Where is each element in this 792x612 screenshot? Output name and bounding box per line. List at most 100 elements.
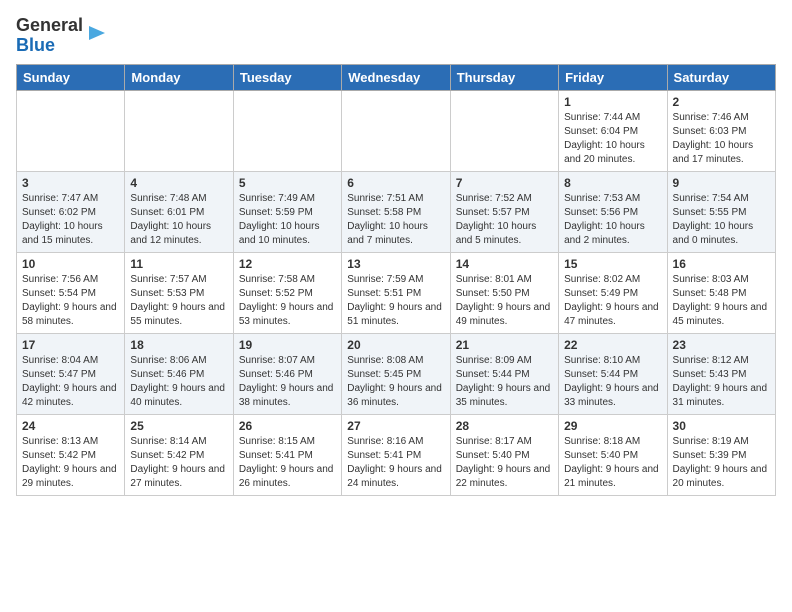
cell-info: Sunrise: 8:03 AMSunset: 5:48 PMDaylight:… <box>673 273 770 329</box>
weekday-header-friday: Friday <box>559 64 667 90</box>
day-number: 12 <box>239 257 336 271</box>
calendar-cell: 19 Sunrise: 8:07 AMSunset: 5:46 PMDayligh… <box>233 333 341 414</box>
cell-info: Sunrise: 8:19 AMSunset: 5:39 PMDaylight:… <box>673 435 770 491</box>
calendar-cell <box>342 90 450 171</box>
day-number: 25 <box>130 419 227 433</box>
day-number: 21 <box>456 338 553 352</box>
calendar-cell: 24 Sunrise: 8:13 AMSunset: 5:42 PMDayligh… <box>17 414 125 495</box>
calendar-cell: 1 Sunrise: 7:44 AMSunset: 6:04 PMDaylight… <box>559 90 667 171</box>
calendar-cell: 4Sunrise: 7:48 AMSunset: 6:01 PMDaylight… <box>125 171 233 252</box>
weekday-header-thursday: Thursday <box>450 64 558 90</box>
logo-blue: Blue <box>16 35 55 55</box>
day-number: 11 <box>130 257 227 271</box>
calendar-cell: 9Sunrise: 7:54 AMSunset: 5:55 PMDaylight… <box>667 171 775 252</box>
calendar-cell: 27 Sunrise: 8:16 AMSunset: 5:41 PMDayligh… <box>342 414 450 495</box>
calendar-cell <box>17 90 125 171</box>
calendar-cell <box>450 90 558 171</box>
calendar-cell: 20 Sunrise: 8:08 AMSunset: 5:45 PMDayligh… <box>342 333 450 414</box>
cell-info: Sunrise: 8:07 AMSunset: 5:46 PMDaylight:… <box>239 354 336 410</box>
day-number: 20 <box>347 338 444 352</box>
calendar-cell: 17 Sunrise: 8:04 AMSunset: 5:47 PMDayligh… <box>17 333 125 414</box>
calendar-cell: 18 Sunrise: 8:06 AMSunset: 5:46 PMDayligh… <box>125 333 233 414</box>
calendar-week-row-1: 1 Sunrise: 7:44 AMSunset: 6:04 PMDaylight… <box>17 90 776 171</box>
day-number: 30 <box>673 419 770 433</box>
calendar-cell <box>233 90 341 171</box>
cell-info: Sunrise: 8:08 AMSunset: 5:45 PMDaylight:… <box>347 354 444 410</box>
calendar-cell: 2 Sunrise: 7:46 AMSunset: 6:03 PMDaylight… <box>667 90 775 171</box>
cell-info: Sunrise: 8:15 AMSunset: 5:41 PMDaylight:… <box>239 435 336 491</box>
day-number: 17 <box>22 338 119 352</box>
cell-info: Sunrise: 7:54 AMSunset: 5:55 PMDaylight:… <box>673 192 770 248</box>
logo-general: General <box>16 15 83 35</box>
calendar-cell: 29Sunrise: 8:18 AMSunset: 5:40 PMDayligh… <box>559 414 667 495</box>
cell-info: Sunrise: 7:51 AMSunset: 5:58 PMDaylight:… <box>347 192 444 248</box>
cell-info: Sunrise: 8:09 AMSunset: 5:44 PMDaylight:… <box>456 354 553 410</box>
weekday-header-monday: Monday <box>125 64 233 90</box>
cell-info: Sunrise: 8:06 AMSunset: 5:46 PMDaylight:… <box>130 354 227 410</box>
weekday-header-tuesday: Tuesday <box>233 64 341 90</box>
day-number: 13 <box>347 257 444 271</box>
day-number: 27 <box>347 419 444 433</box>
cell-info: Sunrise: 8:04 AMSunset: 5:47 PMDaylight:… <box>22 354 119 410</box>
calendar-cell: 10 Sunrise: 7:56 AMSunset: 5:54 PMDayligh… <box>17 252 125 333</box>
logo: General Blue <box>16 16 107 56</box>
calendar-table: SundayMondayTuesdayWednesdayThursdayFrid… <box>16 64 776 496</box>
cell-info: Sunrise: 7:58 AMSunset: 5:52 PMDaylight:… <box>239 273 336 329</box>
day-number: 22 <box>564 338 661 352</box>
calendar-cell: 23Sunrise: 8:12 AMSunset: 5:43 PMDayligh… <box>667 333 775 414</box>
cell-info: Sunrise: 8:16 AMSunset: 5:41 PMDaylight:… <box>347 435 444 491</box>
calendar-cell: 25 Sunrise: 8:14 AMSunset: 5:42 PMDayligh… <box>125 414 233 495</box>
cell-info: Sunrise: 8:13 AMSunset: 5:42 PMDaylight:… <box>22 435 119 491</box>
cell-info: Sunrise: 7:53 AMSunset: 5:56 PMDaylight:… <box>564 192 661 248</box>
cell-info: Sunrise: 7:56 AMSunset: 5:54 PMDaylight:… <box>22 273 119 329</box>
day-number: 3 <box>22 176 119 190</box>
day-number: 26 <box>239 419 336 433</box>
calendar-week-row-3: 10 Sunrise: 7:56 AMSunset: 5:54 PMDayligh… <box>17 252 776 333</box>
day-number: 5 <box>239 176 336 190</box>
calendar-week-row-2: 3 Sunrise: 7:47 AMSunset: 6:02 PMDaylight… <box>17 171 776 252</box>
cell-info: Sunrise: 7:48 AMSunset: 6:01 PMDaylight:… <box>130 192 227 248</box>
day-number: 14 <box>456 257 553 271</box>
day-number: 15 <box>564 257 661 271</box>
day-number: 24 <box>22 419 119 433</box>
day-number: 16 <box>673 257 770 271</box>
day-number: 7 <box>456 176 553 190</box>
day-number: 19 <box>239 338 336 352</box>
cell-info: Sunrise: 7:52 AMSunset: 5:57 PMDaylight:… <box>456 192 553 248</box>
logo-text: General Blue <box>16 16 83 56</box>
calendar-cell: 5Sunrise: 7:49 AMSunset: 5:59 PMDaylight… <box>233 171 341 252</box>
weekday-header-row: SundayMondayTuesdayWednesdayThursdayFrid… <box>17 64 776 90</box>
calendar-cell: 15 Sunrise: 8:02 AMSunset: 5:49 PMDayligh… <box>559 252 667 333</box>
calendar-cell: 16 Sunrise: 8:03 AMSunset: 5:48 PMDayligh… <box>667 252 775 333</box>
calendar-cell: 14 Sunrise: 8:01 AMSunset: 5:50 PMDayligh… <box>450 252 558 333</box>
cell-info: Sunrise: 8:10 AMSunset: 5:44 PMDaylight:… <box>564 354 661 410</box>
calendar-cell: 26 Sunrise: 8:15 AMSunset: 5:41 PMDayligh… <box>233 414 341 495</box>
day-number: 2 <box>673 95 770 109</box>
cell-info: Sunrise: 7:46 AMSunset: 6:03 PMDaylight:… <box>673 111 770 167</box>
cell-info: Sunrise: 7:57 AMSunset: 5:53 PMDaylight:… <box>130 273 227 329</box>
calendar-cell: 13 Sunrise: 7:59 AMSunset: 5:51 PMDayligh… <box>342 252 450 333</box>
day-number: 28 <box>456 419 553 433</box>
day-number: 8 <box>564 176 661 190</box>
day-number: 10 <box>22 257 119 271</box>
calendar-cell: 6Sunrise: 7:51 AMSunset: 5:58 PMDaylight… <box>342 171 450 252</box>
day-number: 18 <box>130 338 227 352</box>
calendar-cell: 8 Sunrise: 7:53 AMSunset: 5:56 PMDaylight… <box>559 171 667 252</box>
calendar-cell: 30 Sunrise: 8:19 AMSunset: 5:39 PMDayligh… <box>667 414 775 495</box>
day-number: 23 <box>673 338 770 352</box>
cell-info: Sunrise: 7:44 AMSunset: 6:04 PMDaylight:… <box>564 111 661 167</box>
cell-info: Sunrise: 8:17 AMSunset: 5:40 PMDaylight:… <box>456 435 553 491</box>
cell-info: Sunrise: 8:18 AMSunset: 5:40 PMDaylight:… <box>564 435 661 491</box>
calendar-week-row-4: 17 Sunrise: 8:04 AMSunset: 5:47 PMDayligh… <box>17 333 776 414</box>
weekday-header-saturday: Saturday <box>667 64 775 90</box>
calendar-cell: 3 Sunrise: 7:47 AMSunset: 6:02 PMDaylight… <box>17 171 125 252</box>
cell-info: Sunrise: 8:01 AMSunset: 5:50 PMDaylight:… <box>456 273 553 329</box>
cell-info: Sunrise: 8:02 AMSunset: 5:49 PMDaylight:… <box>564 273 661 329</box>
cell-info: Sunrise: 7:47 AMSunset: 6:02 PMDaylight:… <box>22 192 119 248</box>
page-header: General Blue <box>16 16 776 56</box>
cell-info: Sunrise: 8:14 AMSunset: 5:42 PMDaylight:… <box>130 435 227 491</box>
calendar-week-row-5: 24 Sunrise: 8:13 AMSunset: 5:42 PMDayligh… <box>17 414 776 495</box>
day-number: 1 <box>564 95 661 109</box>
cell-info: Sunrise: 7:59 AMSunset: 5:51 PMDaylight:… <box>347 273 444 329</box>
weekday-header-wednesday: Wednesday <box>342 64 450 90</box>
